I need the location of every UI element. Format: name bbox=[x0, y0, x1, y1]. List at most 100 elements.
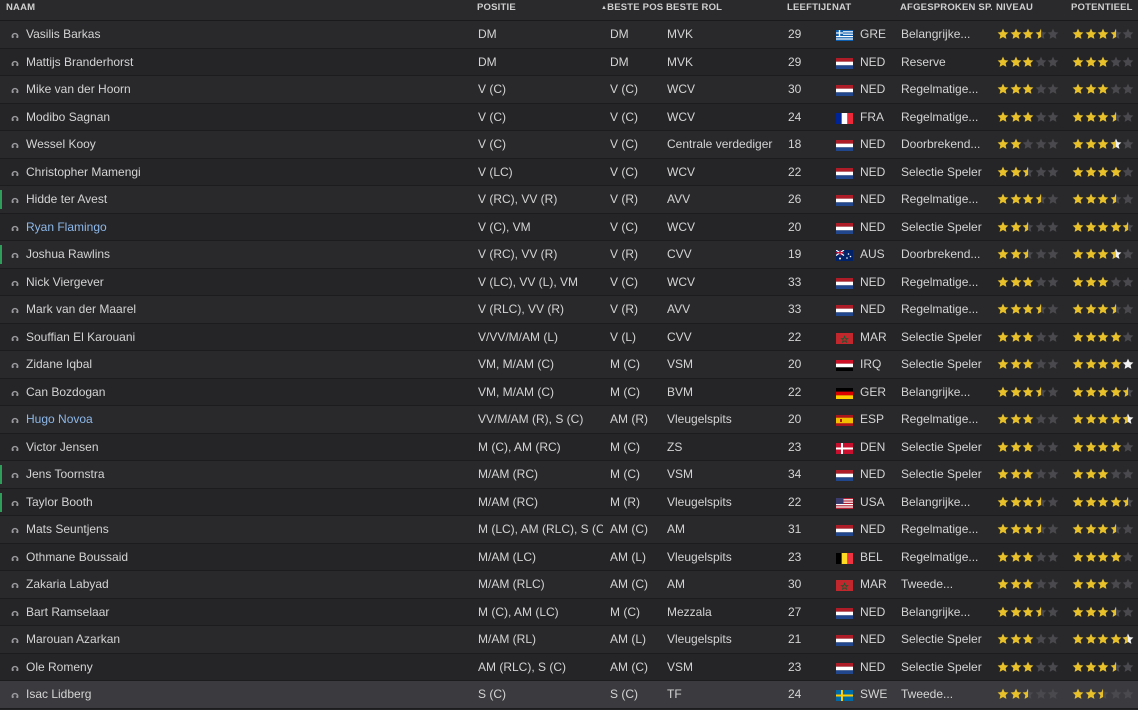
table-row[interactable]: Ryan Flamingo V (C), VM V (C) WCV 20 NED Selec… bbox=[0, 213, 1138, 241]
player-name[interactable]: Can Bozdogan bbox=[26, 379, 466, 406]
player-name[interactable]: Victor Jensen bbox=[26, 434, 466, 461]
player-name[interactable]: Jens Toornstra bbox=[26, 461, 466, 488]
niveau-stars bbox=[997, 166, 1063, 180]
player-beste-rol: Vleugelspits bbox=[667, 494, 732, 509]
header-positie[interactable]: POSITIE bbox=[477, 0, 597, 20]
player-name[interactable]: Souffian El Karouani bbox=[26, 324, 466, 351]
table-row[interactable]: Mats Seuntjens M (LC), AM (RLC), S (C) AM … bbox=[0, 516, 1138, 544]
table-row[interactable]: Isac Lidberg S (C) S (C) TF 24 SWE Tweede... bbox=[0, 681, 1138, 709]
player-name[interactable]: Modibo Sagnan bbox=[26, 104, 466, 131]
player-name[interactable]: Othmane Boussaid bbox=[26, 544, 466, 571]
player-beste-pos: V (L) bbox=[610, 329, 637, 344]
table-row[interactable]: Hugo Novoa VV/M/AM (R), S (C) AM (R) Vleuge… bbox=[0, 406, 1138, 434]
table-row[interactable]: Mike van der Hoorn V (C) V (C) WCV 30 NED Rege… bbox=[0, 76, 1138, 104]
table-row[interactable]: Vasilis Barkas DM DM MVK 29 GRE Belangrijke... bbox=[0, 21, 1138, 49]
player-nat: NED bbox=[860, 274, 886, 289]
potentieel-stars bbox=[1072, 193, 1138, 207]
player-name[interactable]: Zidane Iqbal bbox=[26, 351, 466, 378]
table-row[interactable]: Bart Ramselaar M (C), AM (LC) M (C) Mezzala… bbox=[0, 598, 1138, 626]
player-afgesproken: Selectie Speler bbox=[901, 659, 982, 674]
table-row[interactable]: Mark van der Maarel V (RLC), VV (R) V (R) A… bbox=[0, 296, 1138, 324]
player-positie: V (C), VM bbox=[478, 219, 531, 234]
player-name[interactable]: Zakaria Labyad bbox=[26, 571, 466, 598]
potentieel-stars bbox=[1072, 56, 1138, 70]
player-afgesproken: Regelmatige... bbox=[901, 109, 979, 124]
player-nat: FRA bbox=[860, 109, 884, 124]
player-name[interactable]: Mattijs Branderhorst bbox=[26, 49, 466, 76]
table-row[interactable]: Mattijs Branderhorst DM DM MVK 29 NED Reserve bbox=[0, 48, 1138, 76]
flag-ned-icon bbox=[836, 470, 853, 481]
niveau-stars bbox=[997, 221, 1063, 235]
player-leeftijd: 33 bbox=[788, 274, 802, 289]
table-row[interactable]: Souffian El Karouani V/VV/M/AM (L) V (L) CV… bbox=[0, 323, 1138, 351]
header-leeftijd[interactable]: LEEFTIJD bbox=[787, 0, 831, 20]
player-nat: NED bbox=[860, 604, 886, 619]
table-row[interactable]: Victor Jensen M (C), AM (RC) M (C) ZS 23 DEN S… bbox=[0, 433, 1138, 461]
table-row[interactable]: Modibo Sagnan V (C) V (C) WCV 24 FRA Regelmati… bbox=[0, 103, 1138, 131]
person-icon bbox=[11, 637, 19, 643]
player-beste-pos: M (C) bbox=[610, 604, 640, 619]
table-row[interactable]: Wessel Kooy V (C) V (C) Centrale verdediger… bbox=[0, 131, 1138, 159]
player-name[interactable]: Mats Seuntjens bbox=[26, 516, 466, 543]
person-icon bbox=[11, 445, 19, 451]
player-name[interactable]: Mark van der Maarel bbox=[26, 296, 466, 323]
table-row[interactable]: Taylor Booth M/AM (RC) M (R) Vleugelspits 22… bbox=[0, 488, 1138, 516]
player-name[interactable]: Joshua Rawlins bbox=[26, 241, 466, 268]
player-leeftijd: 20 bbox=[788, 357, 802, 371]
player-name[interactable]: Hidde ter Avest bbox=[26, 186, 466, 213]
table-row[interactable]: Can Bozdogan VM, M/AM (C) M (C) BVM 22 GER Bel… bbox=[0, 378, 1138, 406]
table-row[interactable]: Marouan Azarkan M/AM (RL) AM (L) Vleugelspi… bbox=[0, 626, 1138, 654]
table-row[interactable]: Nick Viergever V (LC), VV (L), VM V (C) WCV… bbox=[0, 268, 1138, 296]
header-naam[interactable]: NAAM bbox=[6, 0, 126, 20]
flag-ned-icon bbox=[836, 305, 853, 316]
flag-ned-icon bbox=[836, 195, 853, 206]
player-positie: M/AM (RLC) bbox=[478, 577, 545, 591]
player-afgesproken: Tweede... bbox=[901, 687, 954, 701]
header-nat[interactable]: NAT bbox=[832, 0, 892, 20]
table-row[interactable]: Zakaria Labyad M/AM (RLC) AM (C) AM 30 MAR Twe… bbox=[0, 571, 1138, 599]
player-beste-rol: Mezzala bbox=[667, 604, 712, 619]
table-row[interactable]: Zidane Iqbal VM, M/AM (C) M (C) VSM 20 IRQ Sel… bbox=[0, 351, 1138, 379]
potentieel-stars bbox=[1072, 331, 1138, 345]
potentieel-stars bbox=[1072, 468, 1138, 482]
player-positie: V (C) bbox=[478, 109, 506, 124]
player-name[interactable]: Christopher Mamengi bbox=[26, 159, 466, 186]
flag-den-icon bbox=[836, 442, 853, 454]
person-icon bbox=[11, 115, 19, 121]
player-beste-pos: AM (C) bbox=[610, 577, 648, 591]
player-nat: AUS bbox=[860, 247, 885, 261]
table-row[interactable]: Joshua Rawlins V (RC), VV (R) V (R) CVV 19 AU… bbox=[0, 241, 1138, 269]
header-beste-rol[interactable]: BESTE ROL bbox=[666, 0, 776, 20]
player-afgesproken: Belangrijke... bbox=[901, 494, 971, 509]
niveau-stars bbox=[997, 28, 1063, 42]
player-name[interactable]: Ole Romeny bbox=[26, 654, 466, 681]
player-leeftijd: 33 bbox=[788, 302, 802, 316]
table-row[interactable]: Jens Toornstra M/AM (RC) M (C) VSM 34 NED Sele… bbox=[0, 461, 1138, 489]
player-name[interactable]: Hugo Novoa bbox=[26, 406, 466, 433]
player-name[interactable]: Wessel Kooy bbox=[26, 131, 466, 158]
table-header: NAAM POSITIE ▲BESTE POS BESTE ROL LEEFTI… bbox=[0, 0, 1138, 21]
player-name[interactable]: Taylor Booth bbox=[26, 489, 466, 516]
player-name[interactable]: Bart Ramselaar bbox=[26, 599, 466, 626]
player-name[interactable]: Nick Viergever bbox=[26, 269, 466, 296]
player-name[interactable]: Mike van der Hoorn bbox=[26, 76, 466, 103]
player-name[interactable]: Isac Lidberg bbox=[26, 681, 466, 708]
table-row[interactable]: Hidde ter Avest V (RC), VV (R) V (R) AVV 26 N… bbox=[0, 186, 1138, 214]
player-name[interactable]: Vasilis Barkas bbox=[26, 21, 466, 48]
header-beste-pos[interactable]: ▲BESTE POS bbox=[601, 0, 663, 20]
player-name[interactable]: Marouan Azarkan bbox=[26, 626, 466, 653]
player-leeftijd: 22 bbox=[788, 164, 802, 179]
table-row[interactable]: Othmane Boussaid M/AM (LC) AM (L) Vleugelsp… bbox=[0, 543, 1138, 571]
player-afgesproken: Doorbrekend... bbox=[901, 137, 981, 151]
player-nat: NED bbox=[860, 467, 886, 481]
table-row[interactable]: Ole Romeny AM (RLC), S (C) AM (C) VSM 23 NED S… bbox=[0, 653, 1138, 681]
header-potentieel[interactable]: POTENTIEEL bbox=[1071, 0, 1138, 20]
header-niveau[interactable]: NIVEAU bbox=[996, 0, 1066, 20]
header-afgesproken[interactable]: AFGESPROKEN SP... bbox=[900, 0, 992, 20]
row-status-marker bbox=[0, 465, 2, 484]
player-leeftijd: 22 bbox=[788, 329, 802, 344]
potentieel-stars bbox=[1072, 661, 1138, 675]
table-row[interactable]: Christopher Mamengi V (LC) V (C) WCV 22 NED Se… bbox=[0, 158, 1138, 186]
player-name[interactable]: Ryan Flamingo bbox=[26, 214, 466, 241]
flag-ned-icon bbox=[836, 525, 853, 536]
